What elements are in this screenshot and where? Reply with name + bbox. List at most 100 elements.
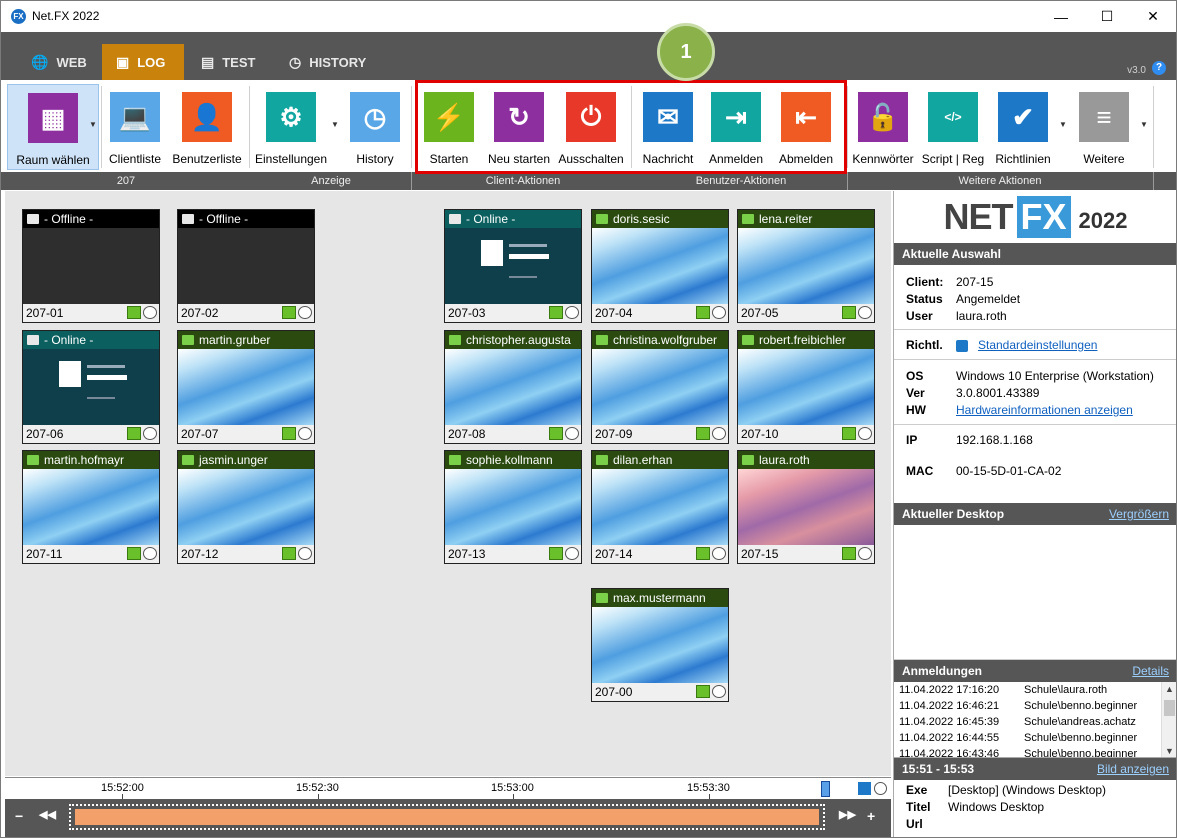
button-label: History: [356, 152, 394, 166]
passwords-button[interactable]: 🔓 Kennwörter: [851, 84, 915, 170]
minimize-button[interactable]: —: [1038, 1, 1084, 32]
client-tile[interactable]: - Online - 207-06: [22, 330, 160, 444]
client-tile-header: martin.gruber: [178, 331, 314, 349]
clientlist-button[interactable]: 💻 Clientliste: [105, 84, 165, 170]
client-tile[interactable]: robert.freibichler 207-10: [737, 330, 875, 444]
chevron-up-icon[interactable]: ▲: [1165, 684, 1174, 694]
tab-web[interactable]: 🌐 WEB: [17, 44, 101, 80]
client-tile[interactable]: sophie.kollmann 207-13: [444, 450, 582, 564]
zoom-in-icon[interactable]: +: [867, 808, 875, 824]
tab-log[interactable]: ▣ LOG: [102, 44, 184, 80]
history-timeline: 15:52:00 15:52:30 15:53:00 15:53:30 − ◀◀…: [5, 777, 891, 837]
button-label: Richtlinien: [995, 152, 1051, 166]
lock-icon: 🔓: [858, 92, 908, 142]
room-dropdown-arrow[interactable]: ▼: [89, 120, 97, 129]
client-tile-title: martin.gruber: [199, 333, 271, 347]
details-link[interactable]: Details: [1132, 660, 1169, 682]
client-tile[interactable]: jasmin.unger 207-12: [177, 450, 315, 564]
client-tile[interactable]: christopher.augusta 207-08: [444, 330, 582, 444]
client-tile-footer: 207-09: [592, 425, 728, 443]
forward-icon[interactable]: ▶▶: [839, 808, 856, 821]
client-tile[interactable]: - Online - 207-03: [444, 209, 582, 323]
client-tile[interactable]: - Offline - 207-01: [22, 209, 160, 323]
timeline-position-marker[interactable]: [821, 781, 830, 797]
login-entry[interactable]: 11.04.2022 16:44:55 Schule\benno.beginner: [894, 730, 1176, 746]
more-button[interactable]: ≡ Weitere: [1075, 84, 1133, 170]
start-button[interactable]: ⚡ Starten: [421, 84, 477, 170]
show-image-link[interactable]: Bild anzeigen: [1097, 758, 1169, 780]
client-tile-title: - Offline -: [199, 212, 249, 226]
envelope-icon: ✉: [643, 92, 693, 142]
client-tile-footer: 207-15: [738, 545, 874, 563]
client-tile-footer: 207-12: [178, 545, 314, 563]
message-button[interactable]: ✉ Nachricht: [637, 84, 699, 170]
login-button[interactable]: ⇥ Anmelden: [705, 84, 767, 170]
login-entry[interactable]: 11.04.2022 16:43:46 Schule\benno.beginner: [894, 746, 1176, 757]
login-entry[interactable]: 11.04.2022 16:46:21 Schule\benno.beginner: [894, 698, 1176, 714]
close-button[interactable]: ✕: [1130, 1, 1176, 32]
globe-icon: [143, 306, 157, 319]
policies-button[interactable]: ✔ Richtlinien: [993, 84, 1053, 170]
client-tile[interactable]: dilan.erhan 207-14: [591, 450, 729, 564]
client-grid: - Offline - 207-01 - Offline - 207-02 - Onli…: [5, 191, 891, 776]
chevron-down-icon[interactable]: ▼: [1165, 746, 1174, 756]
monitor-icon: [696, 306, 710, 319]
shutdown-button[interactable]: ⏻ Ausschalten: [557, 84, 625, 170]
globe-icon: [712, 547, 726, 560]
client-id: 207-10: [741, 427, 779, 441]
login-entry[interactable]: 11.04.2022 16:45:39 Schule\andreas.achatz: [894, 714, 1176, 730]
monitor-icon: [842, 547, 856, 560]
help-icon[interactable]: ?: [1152, 61, 1166, 75]
logins-scrollbar[interactable]: ▲ ▼: [1161, 682, 1176, 757]
enlarge-link[interactable]: Vergrößern: [1109, 503, 1169, 525]
client-tile[interactable]: martin.gruber 207-07: [177, 330, 315, 444]
timeline-range-bar[interactable]: [69, 804, 825, 830]
logout-button[interactable]: ⇤ Abmelden: [775, 84, 837, 170]
policies-dropdown-arrow[interactable]: ▼: [1059, 120, 1067, 129]
rewind-icon[interactable]: ◀◀: [39, 808, 56, 821]
client-tile[interactable]: christina.wolfgruber 207-09: [591, 330, 729, 444]
globe-icon: [143, 427, 157, 440]
restart-button[interactable]: ↻ Neu starten: [485, 84, 553, 170]
client-tile-header: - Online -: [445, 210, 581, 228]
window-title: Net.FX 2022: [32, 9, 100, 23]
policy-link[interactable]: Standardeinstellungen: [978, 338, 1097, 352]
room-select-button[interactable]: ▦ Raum wählen: [7, 84, 99, 170]
client-tile[interactable]: lena.reiter 207-05: [737, 209, 875, 323]
userlist-button[interactable]: 👤 Benutzerliste: [171, 84, 243, 170]
timeline-status-icons: [858, 782, 887, 795]
zoom-out-icon[interactable]: −: [15, 808, 23, 824]
client-screen-thumbnail: [23, 349, 159, 425]
button-label: Neu starten: [487, 152, 551, 166]
scrollbar-thumb[interactable]: [1164, 700, 1175, 716]
client-tile[interactable]: max.mustermann 207-00: [591, 588, 729, 702]
monitor-icon: [27, 335, 39, 345]
history-button[interactable]: ◷ History: [347, 84, 403, 170]
restart-icon: ↻: [494, 92, 544, 142]
client-tile[interactable]: - Offline - 207-02: [177, 209, 315, 323]
field-label: HW: [906, 403, 926, 417]
client-tile[interactable]: doris.sesic 207-04: [591, 209, 729, 323]
more-dropdown-arrow[interactable]: ▼: [1140, 120, 1148, 129]
client-id: 207-06: [26, 427, 64, 441]
hardware-link[interactable]: Hardwareinformationen anzeigen: [956, 403, 1133, 417]
login-entry[interactable]: 11.04.2022 17:16:20 Schule\laura.roth: [894, 682, 1176, 698]
client-tile[interactable]: martin.hofmayr 207-11: [22, 450, 160, 564]
client-screen-thumbnail: [445, 228, 581, 304]
history-icon: ◷: [289, 53, 302, 70]
client-tile-header: laura.roth: [738, 451, 874, 469]
login-avatar: [481, 240, 503, 266]
maximize-button[interactable]: ☐: [1084, 1, 1130, 32]
settings-button[interactable]: ⚙ Einstellungen: [253, 84, 329, 170]
tab-history[interactable]: ◷ HISTORY: [275, 44, 380, 80]
exe-value: [Desktop] (Windows Desktop): [948, 783, 1107, 797]
tab-test[interactable]: ▤ TEST: [187, 44, 269, 80]
logo-text-year: 2022: [1078, 208, 1128, 233]
monitor-icon: [549, 547, 563, 560]
client-tile[interactable]: laura.roth 207-15: [737, 450, 875, 564]
client-tile-footer: 207-02: [178, 304, 314, 322]
client-id: 207-00: [595, 685, 633, 699]
app-window: FX Net.FX 2022 — ☐ ✕ 🌐 WEB ▣ LOG ▤ TEST …: [0, 0, 1177, 838]
script-reg-button[interactable]: </> Script | Reg: [921, 84, 985, 170]
settings-dropdown-arrow[interactable]: ▼: [331, 120, 339, 129]
